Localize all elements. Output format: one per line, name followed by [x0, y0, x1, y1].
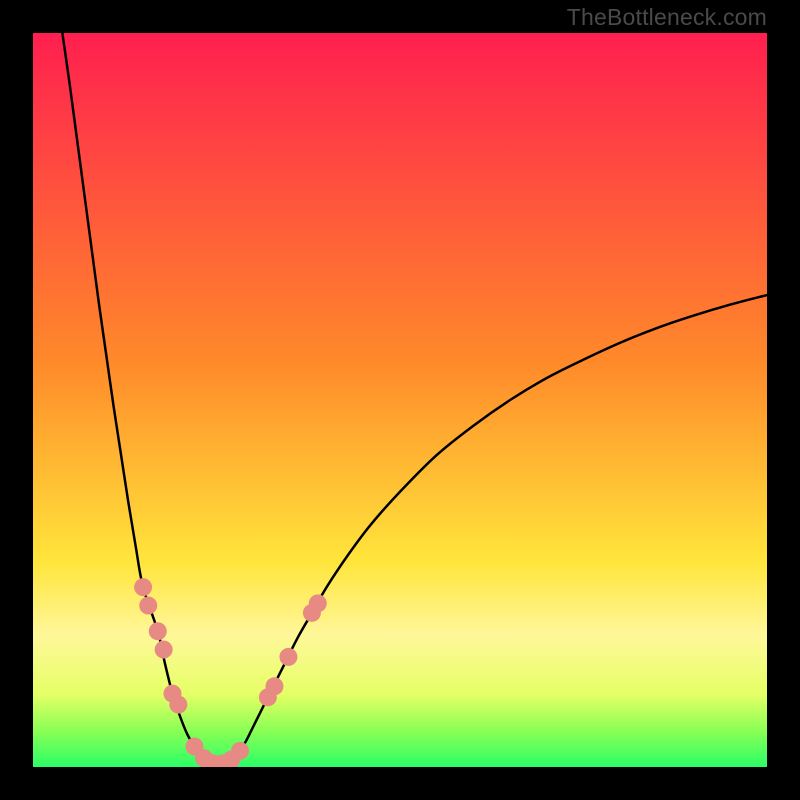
highlight-dot [169, 696, 187, 714]
chart-svg [33, 33, 767, 767]
highlight-dot [265, 677, 283, 695]
watermark-text: TheBottleneck.com [567, 4, 767, 31]
highlight-dot [231, 742, 249, 760]
dots-layer [134, 578, 327, 767]
highlight-dot [139, 597, 157, 615]
highlight-dot [155, 641, 173, 659]
highlight-dot [149, 622, 167, 640]
highlight-dot [134, 578, 152, 596]
highlight-dot [279, 648, 297, 666]
highlight-dot [309, 594, 327, 612]
left-branch [62, 33, 216, 764]
plot-area [33, 33, 767, 767]
chart-frame: TheBottleneck.com [0, 0, 800, 800]
right-branch [217, 295, 768, 764]
